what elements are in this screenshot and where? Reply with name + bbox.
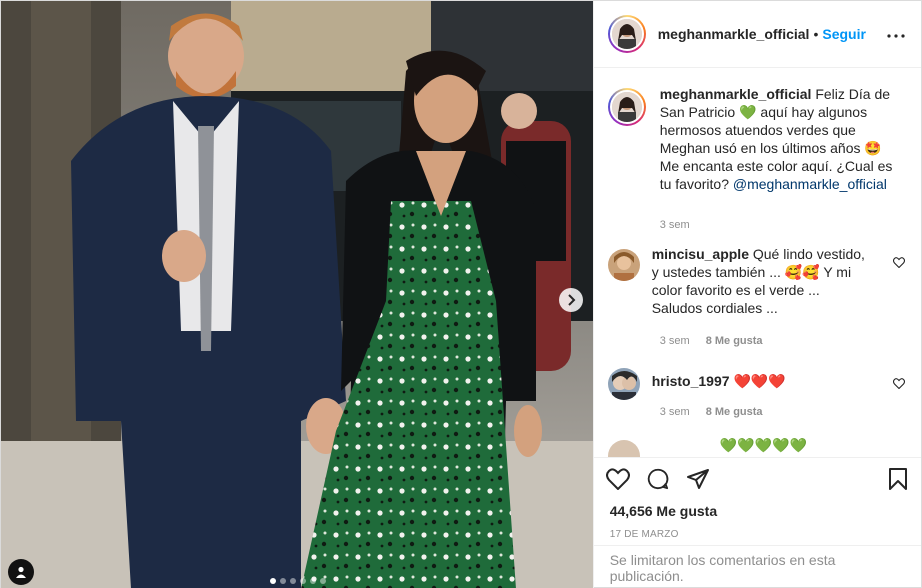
carousel-dot <box>309 578 316 584</box>
star-eyes-emoji: 🤩 <box>864 140 882 156</box>
chevron-right-icon <box>568 294 576 306</box>
carousel-dot <box>289 578 296 584</box>
avatar[interactable] <box>607 440 640 457</box>
avatar[interactable] <box>607 15 646 53</box>
user-icon <box>16 566 26 578</box>
avatar[interactable] <box>607 249 640 281</box>
comments-closed-notice: Se limitaron los comentarios en esta pub… <box>593 545 921 588</box>
carousel-dot <box>299 578 306 584</box>
comment-likes[interactable]: 8 Me gusta <box>706 335 763 347</box>
post-header: meghanmarkle_official • Seguir <box>593 1 921 68</box>
avatar[interactable] <box>607 88 646 126</box>
comment-text: 💚💚💚💚💚 <box>719 437 807 453</box>
caption-text: meghanmarkle_official Feliz Día de San P… <box>660 85 895 193</box>
bookmark-icon[interactable] <box>883 464 913 494</box>
author-username[interactable]: meghanmarkle_official <box>658 26 810 42</box>
share-send-icon[interactable] <box>683 464 713 494</box>
post-date[interactable]: 17 de marzo <box>594 529 921 540</box>
comment-username[interactable]: mincisu_apple <box>652 246 749 262</box>
comment-meta: 3 sem 8 Me gusta <box>660 335 905 347</box>
comment-likes[interactable]: 8 Me gusta <box>706 406 763 418</box>
caption-username[interactable]: meghanmarkle_official <box>660 86 812 102</box>
carousel-dot <box>279 578 286 584</box>
instagram-post: meghanmarkle_official • Seguir meghanmar… <box>0 0 922 588</box>
post-media[interactable] <box>1 1 593 588</box>
post-side-panel: meghanmarkle_official • Seguir meghanmar… <box>592 1 921 588</box>
carousel-dot <box>319 578 326 584</box>
comment-meta: 3 sem 8 Me gusta <box>660 406 905 418</box>
like-heart-icon[interactable] <box>603 464 633 494</box>
post-actions <box>593 457 921 499</box>
smiling-hearts-emoji: 🥰🥰 <box>784 264 820 280</box>
caption-meta: 3 sem <box>660 219 905 231</box>
carousel-dot <box>269 578 276 584</box>
red-hearts-emoji: ❤️❤️❤️ <box>733 373 786 389</box>
carousel-indicator <box>1 578 593 584</box>
comment-bubble-icon[interactable] <box>643 464 673 494</box>
like-comment-heart-icon[interactable] <box>892 255 906 271</box>
next-image-button[interactable] <box>559 288 583 312</box>
avatar[interactable] <box>607 368 640 400</box>
comment-text: mincisu_apple Qué lindo vestido, y usted… <box>652 245 866 317</box>
comment-row: mincisu_apple Qué lindo vestido, y usted… <box>607 246 906 317</box>
like-comment-heart-icon[interactable] <box>892 376 906 392</box>
comment-row: 💚💚💚💚💚 <box>607 437 905 457</box>
follow-button[interactable]: Seguir <box>822 26 866 42</box>
caption: meghanmarkle_official Feliz Día de San P… <box>607 85 905 193</box>
tagged-users-button[interactable] <box>8 559 34 585</box>
comment-time[interactable]: 3 sem <box>660 406 690 418</box>
comment-row: hristo_1997 ❤️❤️❤️ <box>607 368 906 400</box>
comment-text: hristo_1997 ❤️❤️❤️ <box>652 372 866 390</box>
likes-count[interactable]: 44,656 Me gusta <box>594 503 921 519</box>
comment-username[interactable]: hristo_1997 <box>652 373 730 389</box>
comments-list[interactable]: meghanmarkle_official Feliz Día de San P… <box>594 68 921 457</box>
caption-time[interactable]: 3 sem <box>660 219 690 231</box>
post-photo <box>1 1 593 588</box>
green-heart-emoji: 💚 <box>739 104 757 120</box>
more-options-icon[interactable] <box>883 21 909 47</box>
separator-bullet: • <box>813 26 819 42</box>
comment-time[interactable]: 3 sem <box>660 335 690 347</box>
caption-mention[interactable]: @meghanmarkle_official <box>733 176 887 192</box>
